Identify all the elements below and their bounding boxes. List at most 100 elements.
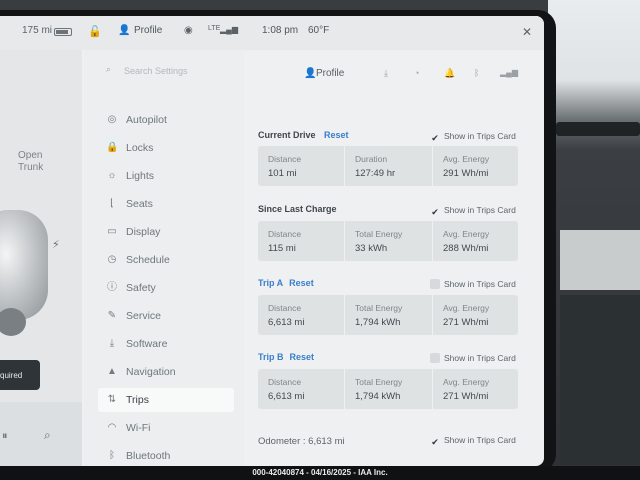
- stat-value: 291 Wh/mi: [443, 168, 489, 179]
- trip-b-show-in-trips-card[interactable]: Show in Trips Card: [430, 353, 516, 363]
- bell-icon[interactable]: 🔔: [444, 68, 455, 79]
- stat-label: Total Energy: [355, 377, 403, 387]
- outside-temp: 60°F: [308, 25, 330, 36]
- checkbox-checked-icon[interactable]: ✔: [430, 207, 440, 217]
- lock-icon: 🔒: [106, 142, 119, 153]
- sidebar-item-wifi[interactable]: ◠ Wi-Fi: [98, 416, 234, 440]
- current-drive-reset-button[interactable]: Reset: [324, 130, 349, 140]
- open-trunk-button[interactable]: Open Trunk: [18, 150, 43, 174]
- show-in-trips-card-label: Show in Trips Card: [444, 435, 516, 445]
- lock-status-icon[interactable]: 🔓: [88, 25, 102, 38]
- battery-icon: [54, 28, 72, 36]
- required-badge[interactable]: quired: [0, 360, 40, 390]
- light-icon: ☼: [107, 170, 117, 181]
- stat-distance: Distance 115 mi: [258, 221, 344, 261]
- trip-a-title: Trip A Reset: [258, 278, 314, 288]
- trip-a-label: Trip A: [258, 278, 284, 288]
- stat-distance: Distance 6,613 mi: [258, 369, 344, 409]
- touchscreen: 175 mi 🔓 👤 Profile ◉ LTE ▂▄▆ 1:08 pm 60°…: [0, 16, 544, 466]
- sidebar-item-software[interactable]: ⤓ Software: [98, 332, 234, 356]
- download-icon[interactable]: ⤓: [384, 68, 388, 79]
- stat-total-energy: Total Energy 1,794 kWh: [344, 369, 430, 409]
- current-drive-show-in-trips-card[interactable]: ✔ Show in Trips Card: [430, 131, 516, 143]
- sidebar-item-locks[interactable]: 🔒 Locks: [98, 136, 234, 160]
- since-last-charge-title: Since Last Charge: [258, 204, 337, 214]
- sidebar-item-label: Schedule: [126, 254, 170, 266]
- bluetooth-status-icon[interactable]: ᛒ: [474, 68, 479, 78]
- sidebar-item-navigation[interactable]: ▲ Navigation: [98, 360, 234, 384]
- since-last-charge-show-in-trips-card[interactable]: ✔ Show in Trips Card: [430, 205, 516, 217]
- stat-value: 271 Wh/mi: [443, 391, 489, 402]
- sidebar-item-bluetooth[interactable]: ᛒ Bluetooth: [98, 444, 234, 466]
- stat-label: Distance: [268, 154, 302, 164]
- search-icon[interactable]: ⌕: [44, 428, 51, 443]
- sidebar-item-label: Service: [126, 310, 162, 322]
- stat-label: Avg. Energy: [443, 229, 490, 239]
- sidebar-item-autopilot[interactable]: ◎ Autopilot: [98, 108, 234, 132]
- stat-value: 271 Wh/mi: [443, 317, 489, 328]
- trips-settings-panel: 👤 Profile ⤓ ◔ 🔔 ᛒ ▂▄▆ Current Drive Rese…: [246, 50, 544, 466]
- status-profile[interactable]: Profile: [134, 25, 162, 36]
- trip-a-show-in-trips-card[interactable]: Show in Trips Card: [430, 279, 516, 289]
- close-icon[interactable]: ✕: [522, 25, 532, 39]
- trip-a-reset-button[interactable]: Reset: [289, 278, 314, 288]
- sidebar-item-trips[interactable]: ⇅ Trips: [98, 388, 234, 412]
- profile-icon: 👤: [304, 68, 317, 79]
- photo-caption: 000-42040874 - 04/16/2025 - IAA Inc.: [0, 466, 640, 480]
- trip-b-label: Trip B: [258, 352, 284, 362]
- since-last-charge-stats: Distance 115 mi Total Energy 33 kWh Avg. E…: [258, 221, 518, 261]
- search-input[interactable]: Search Settings: [124, 66, 188, 76]
- stat-value: 1,794 kWh: [355, 391, 401, 402]
- stat-value: 115 mi: [268, 243, 296, 254]
- sidebar-item-safety[interactable]: ⓘ Safety: [98, 276, 234, 300]
- sidebar-item-schedule[interactable]: ◷ Schedule: [98, 248, 234, 272]
- car-visualization-panel: Open Trunk ⚡ quired ⏸ ⌕: [0, 50, 82, 466]
- stat-label: Total Energy: [355, 303, 403, 313]
- trip-b-reset-button[interactable]: Reset: [290, 352, 315, 362]
- show-in-trips-card-label: Show in Trips Card: [444, 131, 516, 141]
- checkbox-unchecked-icon[interactable]: [430, 353, 440, 363]
- checkbox-unchecked-icon[interactable]: [430, 279, 440, 289]
- charge-bolt-icon: ⚡: [52, 239, 60, 251]
- search-settings[interactable]: ⌕ Search Settings: [104, 64, 234, 82]
- seat-icon: ⌊: [110, 198, 114, 209]
- signal-icon: ▂▄▆: [500, 68, 518, 77]
- current-drive-title: Current Drive Reset: [258, 130, 349, 140]
- signal-bars-icon: ▂▄▆: [220, 25, 238, 34]
- show-in-trips-card-label: Show in Trips Card: [444, 353, 516, 363]
- navigation-icon: ▲: [107, 366, 117, 377]
- sidebar-item-label: Seats: [126, 198, 153, 210]
- odometer-show-in-trips-card[interactable]: ✔ Show in Trips Card: [430, 435, 516, 447]
- profile-button[interactable]: 👤 Profile: [304, 68, 344, 79]
- download-icon: ⤓: [109, 338, 115, 349]
- safety-icon: ⓘ: [107, 282, 117, 293]
- sidebar-item-display[interactable]: ▭ Display: [98, 220, 234, 244]
- car-panel-footer: ⏸ ⌕: [0, 402, 82, 466]
- alarm-icon[interactable]: ◔: [414, 68, 419, 78]
- dashboard-panel: [560, 230, 640, 290]
- stat-total-energy: Total Energy 1,794 kWh: [344, 295, 430, 335]
- checkbox-checked-icon[interactable]: ✔: [430, 133, 440, 143]
- odometer-readout: Odometer : 6,613 mi: [258, 436, 345, 447]
- sidebar-item-lights[interactable]: ☼ Lights: [98, 164, 234, 188]
- wifi-icon: ◠: [107, 422, 117, 433]
- sidebar-item-label: Safety: [126, 282, 156, 294]
- status-bar: 175 mi 🔓 👤 Profile ◉ LTE ▂▄▆ 1:08 pm 60°…: [0, 16, 544, 50]
- trip-b-stats: Distance 6,613 mi Total Energy 1,794 kWh A…: [258, 369, 518, 409]
- trip-a-stats: Distance 6,613 mi Total Energy 1,794 kWh A…: [258, 295, 518, 335]
- sentry-icon[interactable]: ◉: [184, 25, 193, 36]
- stat-distance: Distance 101 mi: [258, 146, 344, 186]
- checkbox-checked-icon[interactable]: ✔: [430, 437, 440, 447]
- trip-b-title: Trip B Reset: [258, 352, 314, 362]
- stat-avg-energy: Avg. Energy 288 Wh/mi: [432, 221, 518, 261]
- stat-value: 33 kWh: [355, 243, 388, 254]
- stat-total-energy: Total Energy 33 kWh: [344, 221, 430, 261]
- profile-icon: 👤: [118, 25, 131, 36]
- pause-icon[interactable]: ⏸: [2, 430, 8, 443]
- car-wheel: [0, 308, 26, 336]
- stat-avg-energy: Avg. Energy 291 Wh/mi: [432, 146, 518, 186]
- sidebar-item-service[interactable]: ✎ Service: [98, 304, 234, 328]
- stat-label: Avg. Energy: [443, 154, 490, 164]
- display-icon: ▭: [107, 226, 117, 237]
- sidebar-item-seats[interactable]: ⌊ Seats: [98, 192, 234, 216]
